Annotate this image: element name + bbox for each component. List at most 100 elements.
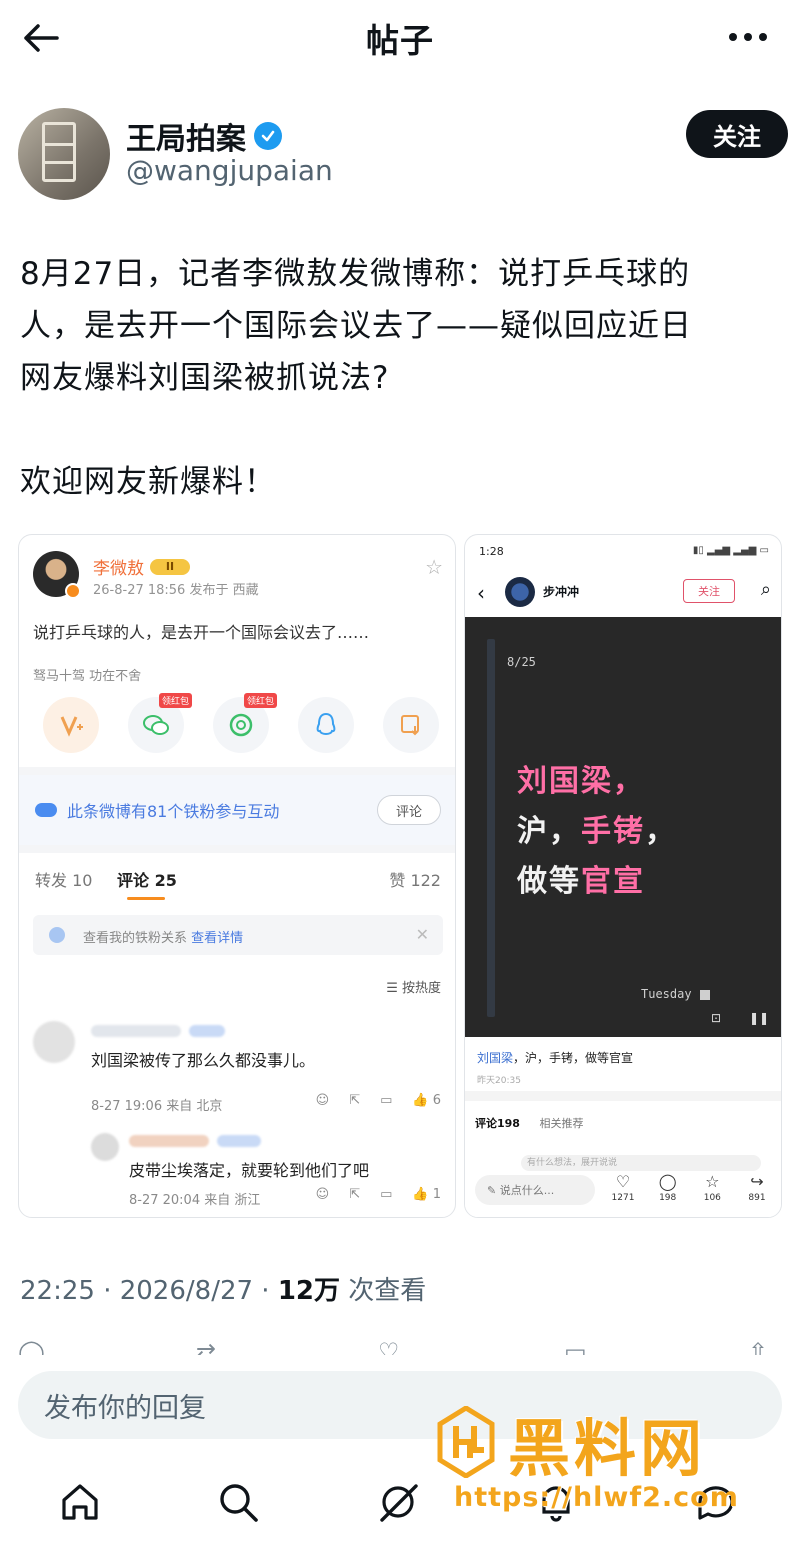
headline-line-3a: 做等 xyxy=(517,864,581,899)
red-packet-tag: 领红包 xyxy=(158,693,192,708)
wechat-icon: 领红包 xyxy=(128,693,192,753)
pause-icon: ❚❚ xyxy=(749,1011,770,1025)
share-icon: ⇱ xyxy=(349,1187,361,1202)
search-icon: ⌕ xyxy=(760,579,771,600)
post-line-3: 网友爆料刘国梁被抓说法? xyxy=(20,360,390,396)
verified-v-icon xyxy=(65,583,81,599)
iron-fans-text: 此条微博有81个铁粉参与互动 xyxy=(67,802,280,821)
weibo-meta: 26-8-27 18:56 发布于 西藏 xyxy=(93,583,259,598)
tab-repost: 转发 10 xyxy=(35,871,93,890)
crown-badge-icon: II xyxy=(150,558,190,575)
phone-bottom-bar: 有什么想法，展开说说 ✎ 说点什么... ♡ 1271 ◯ 198 ☆ 106 ↪ 89… xyxy=(465,1151,781,1217)
comment-2-likes: 1 xyxy=(432,1187,441,1202)
moments-icon: 领红包 xyxy=(213,693,277,753)
blurred-badge xyxy=(189,1025,225,1037)
blurred-username xyxy=(129,1135,209,1147)
phone-likes-count: 1271 xyxy=(611,1193,635,1203)
headline-line-3b: 官宣 xyxy=(581,864,645,899)
phone-username: 步冲冲 xyxy=(543,585,580,599)
search-icon[interactable] xyxy=(212,1476,264,1528)
caption-link: 刘国梁 xyxy=(477,1051,514,1065)
phone-shares: ↪ 891 xyxy=(739,1171,775,1215)
emoji-icon: ☺ xyxy=(315,1093,330,1108)
comment-icon: ▭ xyxy=(380,1187,393,1202)
diamond-icon xyxy=(49,927,65,943)
tab-comment: 评论 25 xyxy=(117,867,177,900)
phone-comments-count: 198 xyxy=(659,1193,677,1203)
watermark-url: https://hlwf2.com xyxy=(454,1482,739,1513)
like-icon: 👍 1 xyxy=(412,1187,441,1202)
share-icon: ⇱ xyxy=(349,1093,361,1108)
blurred-avatar xyxy=(91,1133,119,1161)
weibo-subtitle: 驽马十驾 功在不舍 xyxy=(33,669,142,684)
phone-comment-input: ✎ 说点什么... xyxy=(475,1175,595,1205)
weibo-name-text: 李微敖 xyxy=(93,559,144,579)
post-media: 李微敖 II 26-8-27 18:56 发布于 西藏 ☆ 说打乒乓球的人，是去… xyxy=(18,534,782,1218)
status-icons: ▮▯ ▂▄▆ ▂▄▆ ▭ xyxy=(692,545,769,556)
fan-relationship-bar: 查看我的铁粉关系 查看详情 ✕ xyxy=(33,915,443,955)
comment-1-likes: 6 xyxy=(432,1093,441,1108)
top-bar: 帖子 xyxy=(0,0,800,76)
share-icons-row: 领红包 领红包 xyxy=(43,693,439,753)
vplus-icon xyxy=(43,697,99,753)
slide-counter: 8/25 xyxy=(507,655,536,669)
back-arrow-icon[interactable] xyxy=(20,18,62,58)
post-line-4: 欢迎网友新爆料！ xyxy=(20,464,276,500)
post-line-2: 人，是去开一个国际会议去了——疑似回应近日 xyxy=(20,308,692,344)
phone-tabs: 评论198 相关推荐 xyxy=(475,1115,583,1131)
phone-follow-button: 关注 xyxy=(683,579,735,603)
views-suffix: 次查看 xyxy=(340,1276,427,1306)
follow-button[interactable]: 关注 xyxy=(686,110,788,158)
star-icon: ☆ xyxy=(425,555,443,579)
headline-line-1: 刘国梁， xyxy=(517,764,645,799)
post-line-1: 8月27日，记者李微敖发微博称：说打乒乓球的 xyxy=(20,256,691,292)
qq-icon xyxy=(298,697,354,753)
media-image-weibo[interactable]: 李微敖 II 26-8-27 18:56 发布于 西藏 ☆ 说打乒乓球的人，是去… xyxy=(18,534,456,1218)
fan-relationship-link: 查看详情 xyxy=(191,931,244,946)
blurred-username xyxy=(91,1025,181,1037)
avatar[interactable] xyxy=(18,108,110,200)
emoji-icon: ☺ xyxy=(315,1187,330,1202)
back-icon: ‹ xyxy=(477,581,485,605)
timestamp-text: 22:25 · 2026/8/27 · xyxy=(20,1276,278,1306)
caption-time: 昨天20:35 xyxy=(477,1076,521,1086)
phone-status-bar: 1:28 ▮▯ ▂▄▆ ▂▄▆ ▭ xyxy=(479,545,769,561)
iron-fans-banner: 此条微博有81个铁粉参与互动 评论 xyxy=(19,775,455,845)
weibo-body: 说打乒乓球的人，是去开一个国际会议去了…… xyxy=(33,623,370,642)
media-image-phone[interactable]: 1:28 ▮▯ ▂▄▆ ▂▄▆ ▭ ‹ 步冲冲 关注 ⌕ 8/25 刘国梁， 沪… xyxy=(464,534,782,1218)
tab-related: 相关推荐 xyxy=(539,1117,584,1130)
phone-stars-count: 106 xyxy=(703,1193,721,1203)
comment-1-text: 刘国梁被传了那么久都没事儿。 xyxy=(91,1051,316,1070)
fan-relationship-text: 查看我的铁粉关系 xyxy=(83,931,188,946)
phone-actions: ♡ 1271 ◯ 198 ☆ 106 ↪ 891 xyxy=(605,1171,775,1215)
screenshot-icon: ⊡ xyxy=(711,1011,722,1025)
day-label: Tuesday xyxy=(641,987,710,1001)
status-time: 1:28 xyxy=(479,545,504,558)
video-headline: 刘国梁， 沪，手铐， 做等官宣 xyxy=(517,757,677,907)
home-icon[interactable] xyxy=(54,1476,106,1528)
speech-bubble-icon xyxy=(35,803,57,817)
comment-pill-button: 评论 xyxy=(377,795,441,825)
comment-1-actions: ☺ ⇱ ▭ 👍 6 xyxy=(316,1093,441,1108)
watermark-brand: 黑料网 xyxy=(508,1412,707,1485)
author-name[interactable]: 王局拍案 xyxy=(126,114,246,158)
headline-line-2c: ， xyxy=(645,814,677,849)
weibo-tabs: 转发 10 评论 25 赞 122 xyxy=(35,865,441,905)
headline-line-2a: 沪， xyxy=(517,814,581,849)
author-name-row[interactable]: 王局拍案 xyxy=(126,114,282,158)
caption-rest: ，沪，手铐，做等官宣 xyxy=(513,1051,634,1065)
tab-like: 赞 122 xyxy=(389,871,441,890)
grok-icon[interactable] xyxy=(372,1476,424,1528)
comment-icon: ◯ xyxy=(658,1172,677,1191)
page-title: 帖子 xyxy=(366,21,434,60)
author-handle[interactable]: @wangjupaian xyxy=(126,154,333,187)
phone-user-avatar xyxy=(505,577,535,607)
weibo-username: 李微敖 II xyxy=(93,554,190,579)
post-text: 8月27日，记者李微敖发微博称：说打乒乓球的 人，是去开一个国际会议去了——疑似… xyxy=(20,248,790,508)
comment-icon: ▭ xyxy=(380,1093,393,1108)
more-options-icon[interactable] xyxy=(726,22,770,52)
red-packet-tag: 领红包 xyxy=(243,693,277,708)
headline-line-2b: 手铐 xyxy=(581,814,645,849)
save-image-icon xyxy=(383,697,439,753)
like-icon: 👍 6 xyxy=(412,1093,441,1108)
